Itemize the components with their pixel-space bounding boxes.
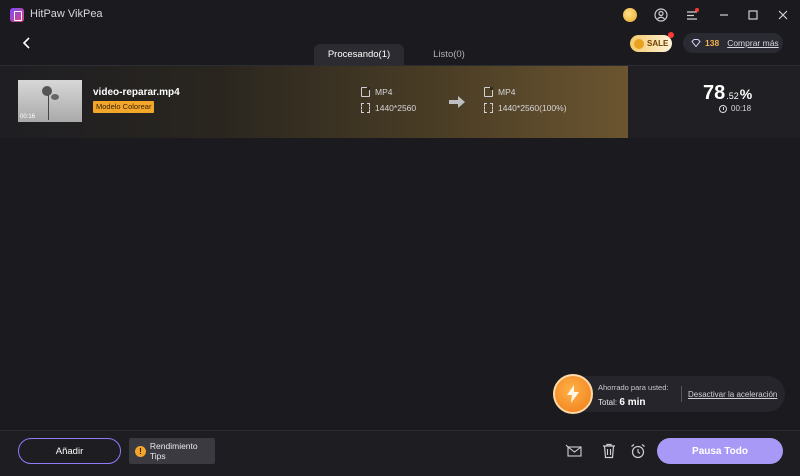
- lightning-icon: [553, 374, 593, 414]
- sale-icon: [634, 38, 644, 49]
- disable-acceleration-link[interactable]: Desactivar la aceleración: [688, 390, 777, 399]
- app-window: HitPaw VikPea Procesando(1) Listo(0) SAL…: [0, 0, 800, 476]
- app-logo-icon: [10, 8, 24, 22]
- progress-percent: 78 .52 %: [703, 82, 752, 105]
- elapsed-time: 00:18: [719, 104, 751, 113]
- progress-sign: %: [739, 86, 753, 102]
- user-account-icon[interactable]: [653, 7, 669, 23]
- pause-all-button[interactable]: Pausa Todo: [657, 438, 783, 464]
- progress-int: 78: [703, 82, 726, 104]
- savings-label: Ahorrado para usted:: [598, 383, 669, 392]
- thumbnail-duration: 00:16: [20, 114, 36, 120]
- close-icon[interactable]: [775, 7, 791, 23]
- progress-dec: .52: [726, 91, 739, 101]
- trash-icon[interactable]: [600, 443, 618, 459]
- back-arrow-icon[interactable]: [20, 36, 36, 52]
- source-resolution: 1440*2560: [361, 103, 416, 113]
- maximize-icon[interactable]: [745, 7, 761, 23]
- arrow-right-icon: [447, 95, 467, 109]
- clock-icon: [719, 104, 727, 113]
- video-thumbnail[interactable]: 00:16: [18, 80, 82, 122]
- app-title: HitPaw VikPea: [30, 8, 103, 20]
- tips-label: Rendimiento Tips: [149, 441, 198, 461]
- savings-total: Total: 6 min: [598, 397, 645, 408]
- tab-done[interactable]: Listo(0): [404, 44, 494, 66]
- warning-icon: !: [135, 445, 146, 457]
- credits-panel: 138 Comprar más: [683, 33, 783, 53]
- minimize-icon[interactable]: [716, 7, 732, 23]
- notification-dot: [695, 8, 699, 12]
- output-resolution: 1440*2560(100%): [484, 103, 567, 113]
- buy-more-link[interactable]: Comprar más: [727, 38, 778, 48]
- alarm-clock-icon[interactable]: [629, 443, 647, 459]
- file-icon: [361, 87, 370, 97]
- status-tabs: Procesando(1) Listo(0): [314, 44, 494, 66]
- performance-tips-button[interactable]: ! Rendimiento Tips: [129, 438, 215, 464]
- sale-badge: [668, 32, 674, 38]
- source-format-label: MP4: [375, 87, 393, 97]
- sale-button[interactable]: SALE: [630, 32, 674, 52]
- credits-count: 138: [705, 38, 720, 48]
- diamond-icon: [691, 39, 701, 48]
- sale-label: SALE: [647, 39, 669, 48]
- savings-total-value: 6 min: [619, 397, 646, 408]
- file-icon: [484, 87, 493, 97]
- output-resolution-label: 1440*2560(100%): [498, 103, 567, 113]
- savings-separator: [681, 386, 682, 402]
- output-format-label: MP4: [498, 87, 516, 97]
- coin-icon[interactable]: [623, 8, 637, 22]
- source-format: MP4: [361, 87, 392, 97]
- output-format: MP4: [484, 87, 515, 97]
- resolution-icon: [361, 103, 370, 113]
- savings-total-prefix: Total:: [598, 398, 618, 407]
- mail-notify-icon[interactable]: [565, 443, 583, 459]
- add-button[interactable]: Añadir: [18, 438, 121, 464]
- source-resolution-label: 1440*2560: [375, 103, 417, 113]
- menu-icon[interactable]: [684, 7, 700, 23]
- tab-processing[interactable]: Procesando(1): [314, 44, 404, 66]
- file-name: video-reparar.mp4: [93, 87, 180, 98]
- model-tag: Modelo Colorear: [93, 101, 155, 113]
- task-row[interactable]: 00:16 video-reparar.mp4 Modelo Colorear: [0, 66, 800, 138]
- resolution-icon: [484, 103, 493, 113]
- elapsed-value: 00:18: [731, 104, 752, 113]
- title-bar: HitPaw VikPea: [0, 0, 800, 30]
